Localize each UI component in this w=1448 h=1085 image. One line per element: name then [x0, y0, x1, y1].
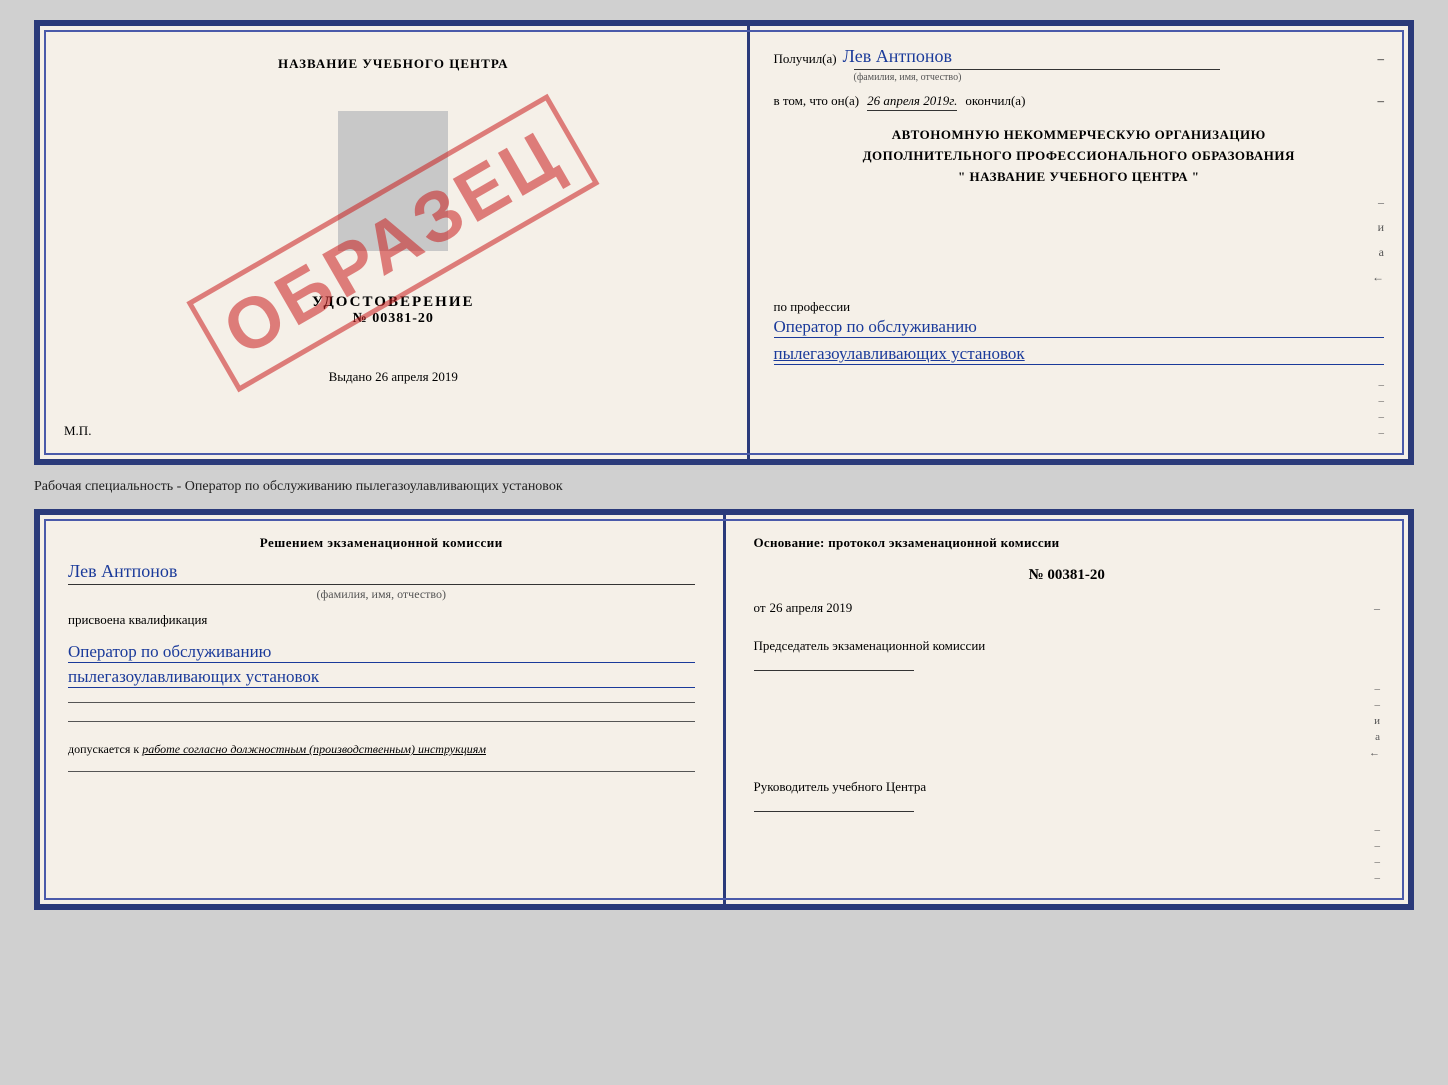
допускается-block: допускается к работе согласно должностны…: [68, 742, 695, 757]
qual-line2: пылегазоулавливающих установок: [68, 667, 695, 688]
profession-line1: Оператор по обслуживанию: [774, 317, 1385, 338]
side-dash-i: и: [1378, 220, 1384, 235]
bottom-certificate: Решением экзаменационной комиссии Лев Ан…: [34, 509, 1414, 910]
received-name: Лев Антпонов: [843, 46, 952, 67]
top-cert-right: Получил(а) Лев Антпонов – (фамилия, имя,…: [750, 26, 1409, 459]
head-signature-line: [754, 811, 914, 812]
side-dash-arrow: ←: [1372, 270, 1384, 285]
head-label: Руководитель учебного Центра: [754, 779, 1381, 795]
profession-label: по профессии: [774, 299, 1385, 315]
date-line: в том, что он(а) 26 апреля 2019г. окончи…: [774, 93, 1385, 111]
qual-block: Оператор по обслуживанию пылегазоулавлив…: [68, 638, 695, 688]
chairman-label: Председатель экзаменационной комиссии: [754, 638, 1381, 654]
decision-text: Решением экзаменационной комиссии: [68, 535, 695, 551]
blank-line2: [68, 721, 695, 722]
assigned-text: присвоена квалификация: [68, 612, 695, 628]
date-value: 26 апреля 2019г.: [867, 93, 957, 111]
document-container: НАЗВАНИЕ УЧЕБНОГО ЦЕНТРА УДОСТОВЕРЕНИЕ №…: [34, 20, 1414, 910]
side-dash-u: –: [1378, 195, 1384, 210]
protocol-date: от 26 апреля 2019 –: [754, 600, 1381, 616]
profession-block: по профессии Оператор по обслуживанию пы…: [774, 299, 1385, 365]
top-right-area: Получил(а) Лев Антпонов – (фамилия, имя,…: [750, 26, 1409, 459]
protocol-number: № 00381-20: [754, 567, 1381, 584]
head-center-block: Руководитель учебного Центра: [754, 779, 1381, 812]
date-suffix: окончил(а): [965, 93, 1025, 109]
dash1: –: [1378, 51, 1385, 67]
vydano-label: Выдано: [329, 369, 372, 384]
fio-hint-top: (фамилия, имя, отчество): [854, 72, 1448, 83]
допускается-value: работе согласно должностным (производств…: [142, 742, 486, 756]
bottom-cert-left: Решением экзаменационной комиссии Лев Ан…: [40, 515, 726, 904]
osnov-text: Основание: протокол экзаменационной коми…: [754, 535, 1381, 551]
date-prefix: в том, что он(а): [774, 93, 860, 109]
chairman-block: Председатель экзаменационной комиссии: [754, 638, 1381, 671]
school-name-top: НАЗВАНИЕ УЧЕБНОГО ЦЕНТРА: [278, 56, 509, 72]
protocol-date-value: 26 апреля 2019: [770, 600, 853, 616]
org-line1: АВТОНОМНУЮ НЕКОММЕРЧЕСКУЮ ОРГАНИЗАЦИЮ: [774, 125, 1385, 146]
udostoverenie-block: УДОСТОВЕРЕНИЕ № 00381-20: [312, 294, 475, 327]
separator-text: Рабочая специальность - Оператор по обсл…: [34, 475, 1414, 499]
qual-line1: Оператор по обслуживанию: [68, 642, 695, 663]
mp-line: М.П.: [64, 423, 91, 439]
blank-line3: [68, 771, 695, 772]
bottom-cert-right: Основание: протокол экзаменационной коми…: [726, 515, 1409, 904]
profession-line2: пылегазоулавливающих установок: [774, 344, 1385, 365]
dash2: –: [1378, 93, 1385, 109]
org-line3: " НАЗВАНИЕ УЧЕБНОГО ЦЕНТРА ": [774, 167, 1385, 188]
cert-number: № 00381-20: [312, 311, 475, 327]
photo-placeholder: [338, 111, 448, 251]
blank-line1: [68, 702, 695, 703]
side-dash-a: а: [1379, 245, 1384, 260]
vydano-date: 26 апреля 2019: [375, 369, 458, 384]
top-certificate: НАЗВАНИЕ УЧЕБНОГО ЦЕНТРА УДОСТОВЕРЕНИЕ №…: [34, 20, 1414, 465]
org-block: АВТОНОМНУЮ НЕКОММЕРЧЕСКУЮ ОРГАНИЗАЦИЮ ДО…: [774, 125, 1385, 187]
top-cert-left: НАЗВАНИЕ УЧЕБНОГО ЦЕНТРА УДОСТОВЕРЕНИЕ №…: [40, 26, 750, 459]
vydano-line: Выдано 26 апреля 2019: [329, 369, 458, 385]
org-line2: ДОПОЛНИТЕЛЬНОГО ПРОФЕССИОНАЛЬНОГО ОБРАЗО…: [774, 146, 1385, 167]
chairman-signature-line: [754, 670, 914, 671]
udostoverenie-title: УДОСТОВЕРЕНИЕ: [312, 294, 475, 311]
received-label: Получил(а): [774, 51, 837, 67]
fio-hint-bottom: (фамилия, имя, отчество): [68, 587, 695, 602]
person-name-bottom: Лев Антпонов: [68, 561, 695, 585]
protocol-date-prefix: от: [754, 600, 766, 616]
допускается-label: допускается к: [68, 742, 139, 756]
